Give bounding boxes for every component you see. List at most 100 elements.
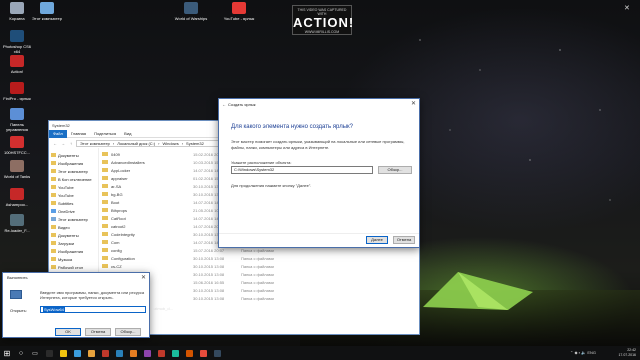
start-icon[interactable]: ⊞ [0, 346, 14, 360]
reloader-icon[interactable]: Re-loader_F... [0, 214, 34, 233]
file-icon-100hs[interactable]: 100HS7FCC... [0, 136, 34, 155]
taskbar-app-icon[interactable] [112, 346, 126, 360]
close-icon[interactable]: ✕ [411, 100, 416, 107]
folder-icon [102, 208, 108, 212]
folder-icon [51, 233, 56, 237]
nav-item[interactable]: Документы [49, 231, 98, 239]
world-of-tanks-icon[interactable]: World of Tanks [0, 160, 34, 179]
action-app-icon [10, 55, 24, 67]
nav-item[interactable]: Загрузки [49, 239, 98, 247]
dialog-title: Создать ярлык [228, 101, 256, 107]
taskbar-app-icon[interactable] [42, 346, 56, 360]
cancel-button[interactable]: Отмена [85, 328, 111, 336]
taskbar-app-icon[interactable] [140, 346, 154, 360]
app-icon [199, 349, 207, 357]
ribbon-tab-share[interactable]: Поделиться [90, 131, 120, 136]
app-icon [59, 349, 67, 357]
cancel-button[interactable]: Отмена [393, 236, 415, 244]
nav-item[interactable]: Этот компьютер [49, 215, 98, 223]
folder-icon [51, 177, 56, 181]
photoshop-app-icon [10, 30, 24, 42]
photoshop-icon[interactable]: Photoshop CS6 x64 [0, 30, 34, 54]
ribbon-tab-home[interactable]: Главная [67, 131, 90, 136]
taskbar-app-icon[interactable] [154, 346, 168, 360]
nav-item[interactable]: Видео [49, 223, 98, 231]
nav-item[interactable]: В Кон отключение [49, 175, 98, 183]
trash-icon [10, 2, 24, 14]
computer-icon [40, 2, 54, 14]
browse-button[interactable]: Обзор... [378, 166, 412, 174]
folder-icon [102, 168, 108, 172]
back-icon[interactable]: ← [222, 102, 226, 107]
taskbar-app-icon[interactable] [70, 346, 84, 360]
folder-icon [102, 184, 108, 188]
youtube-icon [232, 2, 246, 14]
app-icon [45, 349, 53, 357]
taskbar-app-icon[interactable] [182, 346, 196, 360]
folder-icon [102, 176, 108, 180]
finipro-icon[interactable]: FiniPro - ярлык [0, 82, 34, 101]
dialog-header: ← Создать ярлык [219, 99, 419, 109]
nav-item[interactable]: Изображения [49, 159, 98, 167]
dialog-footer: Далее Отмена [219, 233, 419, 247]
up-icon[interactable]: ↑ [68, 141, 74, 146]
control-panel-app-icon [10, 108, 24, 120]
taskbar-app-icon[interactable] [210, 346, 224, 360]
run-command-input[interactable]: SysWow64 [40, 306, 146, 313]
taskbar-app-icon[interactable] [84, 346, 98, 360]
taskbar-app-icon[interactable] [126, 346, 140, 360]
nav-item[interactable]: YouTube [49, 183, 98, 191]
taskbar-apps [42, 346, 224, 360]
list-item[interactable]: Configuration 30.10.2015 13:08 Папка с фай… [102, 254, 419, 262]
youtube-shortcut-icon[interactable]: YouTube - ярлык [222, 2, 256, 21]
action-icon[interactable]: Action! [0, 55, 34, 74]
warships-icon [184, 2, 198, 14]
forward-icon[interactable]: → [60, 141, 66, 146]
taskbar: ⊞ ○ ▭ ⌃ ◆ ▪ 🔈 ENG 22:42 17.07.2016 [0, 346, 640, 360]
wizard-hint: Для продолжения нажмите кнопку "Далее". [231, 183, 312, 188]
nav-item[interactable]: OneDrive [49, 207, 98, 215]
folder-icon [102, 152, 108, 156]
desktop-file-label[interactable]: catmob_d... [152, 306, 173, 311]
ok-button[interactable]: OK [55, 328, 81, 336]
next-button[interactable]: Далее [366, 236, 388, 244]
taskbar-app-icon[interactable] [196, 346, 210, 360]
location-input[interactable]: C:\Windows\System32 [231, 166, 373, 174]
nav-item[interactable]: Subtitles [49, 199, 98, 207]
tray-icons[interactable]: ⌃ ◆ ▪ 🔈 ENG [570, 350, 596, 355]
task-view-icon[interactable]: ▭ [28, 346, 42, 360]
control-panel-icon[interactable]: Панель управления [0, 108, 34, 132]
list-item[interactable]: cs-CZ 30.10.2015 13:08 Папка с файлами [102, 262, 419, 270]
search-icon[interactable]: ○ [14, 346, 28, 360]
folder-icon [51, 169, 56, 173]
recycle-bin-icon[interactable]: Корзина [0, 2, 34, 21]
app-icon [143, 349, 151, 357]
nav-item[interactable]: Рабочий стол [49, 263, 98, 271]
back-icon[interactable]: ← [52, 141, 58, 146]
ribbon-tab-file[interactable]: Файл [49, 129, 67, 138]
clock[interactable]: 22:42 17.07.2016 [618, 348, 636, 358]
nav-item[interactable]: Документы [49, 151, 98, 159]
ribbon-tab-view[interactable]: Вид [120, 131, 135, 136]
browse-button[interactable]: Обзор... [115, 328, 141, 336]
ashampoo-icon[interactable]: Ashampoo... [0, 188, 34, 207]
nav-item[interactable]: Этот компьютер [49, 167, 98, 175]
nav-item[interactable]: Музыка [49, 255, 98, 263]
location-label: Укажите расположение объекта: [231, 160, 292, 165]
run-dialog: Выполнить ✕ Введите имя программы, папки… [2, 272, 150, 338]
taskbar-app-icon[interactable] [168, 346, 182, 360]
taskbar-app-icon[interactable] [98, 346, 112, 360]
taskbar-app-icon[interactable] [56, 346, 70, 360]
close-icon[interactable]: ✕ [624, 4, 630, 12]
this-pc-icon[interactable]: Этот компьютер [30, 2, 64, 21]
wallpaper-tent [423, 272, 533, 310]
folder-icon [51, 257, 56, 261]
folder-icon [51, 241, 56, 245]
app-icon [115, 349, 123, 357]
world-of-warships-icon[interactable]: World of Warships [174, 2, 208, 21]
nav-item[interactable]: YouTube [49, 191, 98, 199]
close-icon[interactable]: ✕ [141, 274, 146, 281]
folder-icon [51, 225, 56, 229]
nav-item[interactable]: Изображения [49, 247, 98, 255]
folder-icon [102, 216, 108, 220]
